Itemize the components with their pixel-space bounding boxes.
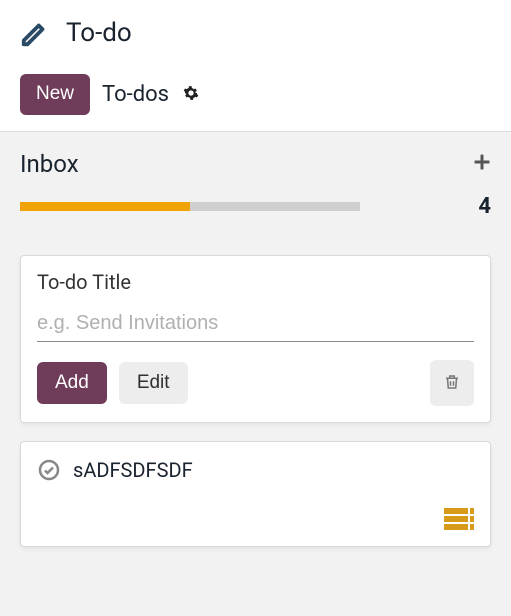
progress-bar bbox=[20, 202, 360, 211]
todo-title-input[interactable] bbox=[37, 308, 474, 342]
todo-item-card: sADFSDFSDF bbox=[20, 441, 491, 547]
feed: Inbox 4 To-do Title Add Edit bbox=[0, 132, 511, 547]
delete-button[interactable] bbox=[430, 360, 474, 406]
check-circle-icon[interactable] bbox=[37, 458, 61, 482]
inbox-header: Inbox bbox=[20, 150, 491, 178]
edit-button[interactable]: Edit bbox=[119, 362, 188, 404]
title-row: To-do bbox=[20, 18, 491, 48]
todo-item-title: sADFSDFSDF bbox=[73, 458, 193, 482]
new-button[interactable]: New bbox=[20, 74, 90, 115]
trash-icon bbox=[443, 372, 461, 395]
list-lines-icon[interactable] bbox=[444, 508, 474, 534]
progress-fill bbox=[20, 202, 190, 211]
todo-item-row: sADFSDFSDF bbox=[37, 458, 474, 482]
new-todo-card: To-do Title Add Edit bbox=[20, 255, 491, 423]
count-badge: 4 bbox=[478, 194, 491, 219]
page-title: To-do bbox=[66, 18, 132, 48]
tab-todos[interactable]: To-dos bbox=[98, 82, 173, 107]
plus-icon[interactable] bbox=[473, 152, 491, 177]
inbox-label: Inbox bbox=[20, 150, 79, 178]
progress-row: 4 bbox=[20, 194, 491, 219]
tabs-row: New To-dos bbox=[20, 74, 491, 115]
add-button[interactable]: Add bbox=[37, 362, 107, 404]
todo-item-footer bbox=[37, 508, 474, 534]
gear-icon[interactable] bbox=[183, 85, 199, 105]
edit-pencil-icon bbox=[20, 18, 50, 48]
header-panel: To-do New To-dos bbox=[0, 0, 511, 132]
form-actions: Add Edit bbox=[37, 360, 474, 406]
form-label: To-do Title bbox=[37, 270, 474, 294]
